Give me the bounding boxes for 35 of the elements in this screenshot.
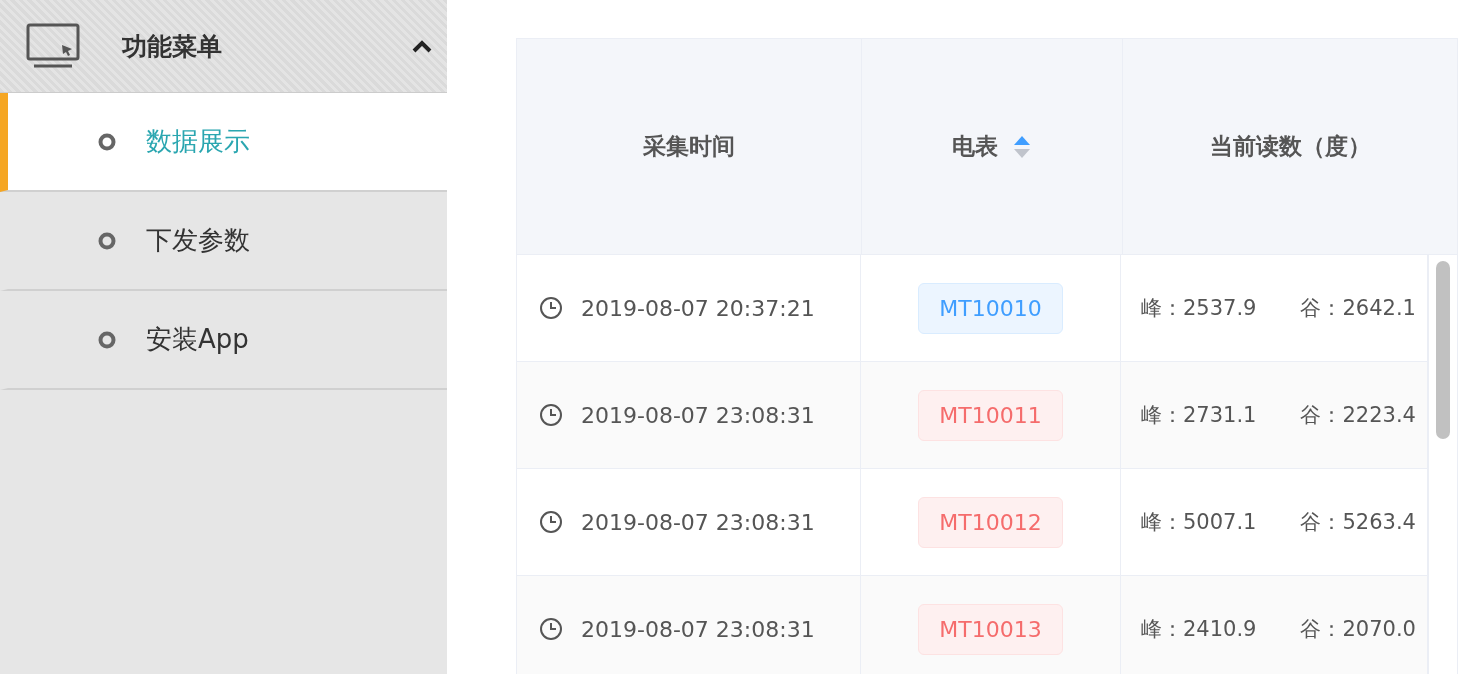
clock-icon bbox=[539, 403, 563, 427]
meter-tag: MT10011 bbox=[918, 389, 1063, 441]
menu-item-label: 数据展示 bbox=[146, 125, 250, 158]
circle-icon bbox=[98, 330, 116, 349]
meter-tag: MT10010 bbox=[918, 282, 1063, 334]
clock-icon bbox=[539, 617, 563, 641]
clock-icon bbox=[539, 296, 563, 320]
time-text: 2019-08-07 20:37:21 bbox=[581, 295, 815, 321]
peak-reading: 峰：2537.9 bbox=[1141, 295, 1257, 322]
time-text: 2019-08-07 23:08:31 bbox=[581, 509, 815, 535]
column-title: 电表 bbox=[952, 132, 998, 161]
meter-tag: MT10013 bbox=[918, 603, 1063, 655]
menu-title: 功能菜单 bbox=[122, 30, 223, 63]
time-text: 2019-08-07 23:08:31 bbox=[581, 402, 815, 428]
monitor-icon bbox=[26, 23, 82, 69]
column-title: 当前读数（度） bbox=[1209, 132, 1371, 161]
circle-icon bbox=[98, 132, 116, 151]
clock-icon bbox=[539, 510, 563, 534]
valley-reading: 谷：2070.0 bbox=[1300, 616, 1416, 643]
valley-reading: 谷：2642.1 bbox=[1300, 295, 1416, 322]
peak-reading: 峰：2410.9 bbox=[1141, 616, 1257, 643]
circle-icon bbox=[98, 231, 116, 250]
menu-item-label: 下发参数 bbox=[146, 224, 250, 257]
scrollbar-thumb[interactable] bbox=[1436, 261, 1450, 439]
peak-reading: 峰：2731.1 bbox=[1141, 402, 1257, 429]
meter-tag: MT10012 bbox=[918, 496, 1063, 548]
peak-reading: 峰：5007.1 bbox=[1141, 509, 1257, 536]
valley-reading: 谷：2223.4 bbox=[1300, 402, 1416, 429]
menu-item-label: 安装App bbox=[146, 323, 249, 356]
menu-item[interactable]: 安装App bbox=[0, 291, 447, 390]
valley-reading: 谷：5263.4 bbox=[1300, 509, 1416, 536]
menu-header[interactable]: 功能菜单 bbox=[0, 0, 447, 93]
column-title: 采集时间 bbox=[643, 132, 735, 161]
time-text: 2019-08-07 23:08:31 bbox=[581, 616, 815, 642]
menu-item[interactable]: 下发参数 bbox=[0, 192, 447, 291]
